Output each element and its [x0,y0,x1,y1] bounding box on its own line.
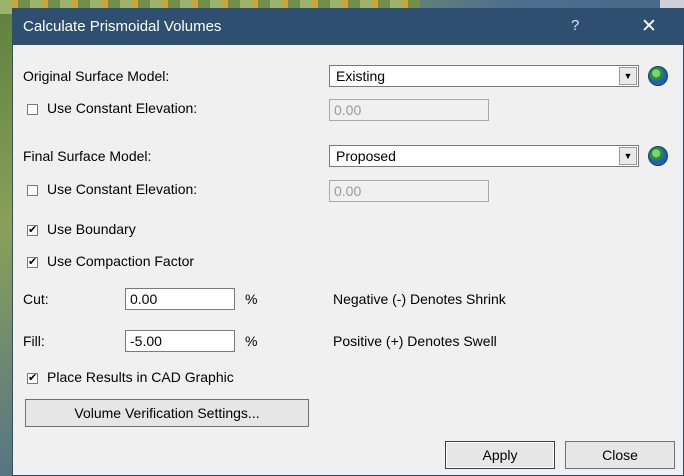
final-constant-elevation-checkbox[interactable] [27,185,38,196]
cut-input[interactable]: 0.00 [125,288,235,310]
cut-value: 0.00 [130,291,158,307]
fill-label: Fill: [23,333,45,349]
original-constant-elevation-checkbox[interactable] [27,104,38,115]
negative-shrink-note: Negative (-) Denotes Shrink [333,291,506,307]
final-surface-label: Final Surface Model: [23,148,152,164]
dialog-title: Calculate Prismoidal Volumes [23,18,222,35]
fill-value: -5.00 [130,333,162,349]
close-window-button[interactable]: ✕ [631,13,667,41]
final-elevation-field[interactable]: 0.00 [329,180,489,202]
cut-label: Cut: [23,291,49,307]
volume-verification-settings-button[interactable]: Volume Verification Settings... [25,399,309,427]
apply-button[interactable]: Apply [445,441,555,469]
original-surface-select[interactable]: Existing ▼ [329,65,639,87]
original-elevation-value: 0.00 [334,102,362,118]
title-bar[interactable]: Calculate Prismoidal Volumes ? ✕ [13,9,683,45]
prismoidal-volumes-dialog: Calculate Prismoidal Volumes ? ✕ Origina… [12,8,684,476]
chevron-down-icon[interactable]: ▼ [619,67,637,85]
globe-icon[interactable] [648,146,668,166]
original-constant-elevation-label: Use Constant Elevation: [47,100,198,116]
use-compaction-label: Use Compaction Factor [47,253,195,269]
place-results-label: Place Results in CAD Graphic [47,369,234,385]
use-boundary-checkbox[interactable]: ✔ [27,225,38,236]
final-elevation-value: 0.00 [334,183,362,199]
final-surface-value: Proposed [336,148,396,164]
cut-percent-unit: % [245,291,258,307]
positive-swell-note: Positive (+) Denotes Swell [333,333,497,349]
original-surface-label: Original Surface Model: [23,68,170,84]
close-button[interactable]: Close [565,441,675,469]
globe-icon[interactable] [648,66,668,86]
fill-percent-unit: % [245,333,258,349]
chevron-down-icon[interactable]: ▼ [619,147,637,165]
help-button[interactable]: ? [571,17,579,34]
use-compaction-checkbox[interactable]: ✔ [27,257,38,268]
place-results-checkbox[interactable]: ✔ [27,373,38,384]
original-surface-value: Existing [336,68,386,84]
use-boundary-label: Use Boundary [47,221,136,237]
original-elevation-field[interactable]: 0.00 [329,99,489,121]
final-surface-select[interactable]: Proposed ▼ [329,145,639,167]
final-constant-elevation-label: Use Constant Elevation: [47,181,198,197]
fill-input[interactable]: -5.00 [125,330,235,352]
